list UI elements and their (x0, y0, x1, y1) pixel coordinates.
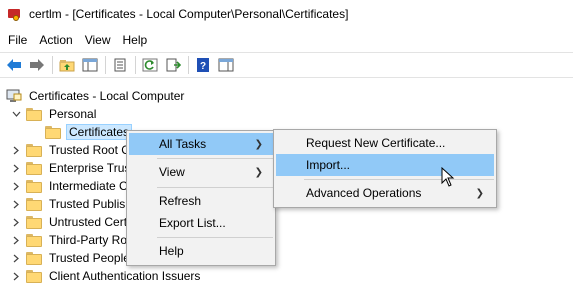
menu-item-help[interactable]: Help (129, 240, 273, 262)
svg-text:?: ? (200, 61, 206, 72)
help-icon[interactable]: ? (192, 54, 214, 76)
menu-action[interactable]: Action (33, 30, 78, 50)
folder-icon (26, 215, 42, 229)
menu-separator (157, 237, 273, 238)
back-arrow-icon[interactable] (3, 54, 25, 76)
menu-item-label: View (159, 165, 185, 179)
folder-icon (26, 107, 42, 121)
menu-item-label: Export List... (159, 216, 226, 230)
menu-separator (157, 187, 273, 188)
menu-bar: File Action View Help (0, 30, 153, 50)
expand-chevron-icon[interactable] (10, 216, 22, 228)
tree-item-store[interactable]: Trusted People (10, 249, 132, 267)
tree-item-label: Trusted People (49, 251, 130, 265)
context-menu: All Tasks ❯ View ❯ Refresh Export List..… (126, 130, 276, 266)
tree-item-label: Trusted Publish (49, 197, 132, 211)
expand-chevron-icon[interactable] (10, 198, 22, 210)
menu-item-export-list[interactable]: Export List... (129, 212, 273, 234)
menu-item-label: Refresh (159, 194, 202, 208)
submenu-arrow-icon: ❯ (254, 138, 263, 150)
menu-item-view[interactable]: View ❯ (129, 161, 273, 183)
toolbar-separator (188, 56, 189, 74)
menu-item-refresh[interactable]: Refresh (129, 190, 273, 212)
submenu-arrow-icon: ❯ (254, 166, 263, 178)
folder-icon (26, 233, 42, 247)
collapse-chevron-icon[interactable] (10, 108, 22, 120)
menu-item-import[interactable]: Import... (276, 154, 494, 176)
menu-item-all-tasks[interactable]: All Tasks ❯ (129, 133, 273, 155)
folder-icon (26, 269, 42, 283)
menu-item-label: Request New Certificate... (306, 136, 446, 150)
properties-icon[interactable] (109, 54, 131, 76)
show-hide-tree-icon[interactable] (79, 54, 101, 76)
expand-chevron-icon[interactable] (10, 144, 22, 156)
menu-item-label: Import... (306, 158, 351, 172)
expand-chevron-icon[interactable] (10, 252, 22, 264)
folder-icon (26, 161, 42, 175)
up-folder-icon[interactable] (56, 54, 78, 76)
window-title: certlm - [Certificates - Local Computer\… (29, 7, 349, 21)
folder-icon (26, 251, 42, 265)
menu-item-advanced-operations[interactable]: Advanced Operations ❯ (276, 182, 494, 204)
toolbar: ? (0, 52, 573, 78)
expand-chevron-icon[interactable] (10, 180, 22, 192)
tree-item-label: Enterprise Trus (49, 161, 131, 175)
tree-item-store[interactable]: Trusted Root C (10, 141, 132, 159)
tree-item-store[interactable]: Intermediate C (10, 177, 130, 195)
all-tasks-submenu: Request New Certificate... Import... Adv… (273, 129, 497, 208)
menu-separator (157, 158, 273, 159)
expand-chevron-icon[interactable] (10, 162, 22, 174)
tree-item-certificates[interactable]: Certificates (45, 123, 133, 141)
expand-chevron-icon[interactable] (10, 270, 22, 282)
certificate-app-icon (8, 7, 22, 21)
tree-item-store[interactable]: Third-Party Ro (10, 231, 129, 249)
tree-item-label: Client Authentication Issuers (49, 269, 201, 283)
menu-separator (304, 179, 494, 180)
menu-item-label: Help (159, 244, 184, 258)
menu-item-request-new-certificate[interactable]: Request New Certificate... (276, 132, 494, 154)
tree-item-store[interactable]: Trusted Publish (10, 195, 134, 213)
tree-item-personal[interactable]: Personal (10, 105, 98, 123)
folder-icon (26, 179, 42, 193)
tree-item-store[interactable]: Enterprise Trus (10, 159, 132, 177)
title-bar: certlm - [Certificates - Local Computer\… (0, 0, 573, 28)
tree-item-label: Intermediate C (49, 179, 128, 193)
submenu-arrow-icon: ❯ (475, 187, 484, 199)
tree-item-label: Third-Party Ro (49, 233, 128, 247)
computer-certificate-icon (6, 89, 22, 103)
tree-item-label: Untrusted Cert (49, 215, 128, 229)
menu-help[interactable]: Help (117, 30, 154, 50)
folder-icon (45, 125, 61, 139)
forward-arrow-icon[interactable] (26, 54, 48, 76)
refresh-icon[interactable] (139, 54, 161, 76)
toolbar-separator (105, 56, 106, 74)
tree-item-label: Personal (49, 107, 97, 121)
menu-item-label: All Tasks (159, 137, 207, 151)
tree-root[interactable]: Certificates - Local Computer (6, 87, 186, 105)
folder-icon (26, 197, 42, 211)
menu-item-label: Advanced Operations (306, 186, 422, 200)
tree-item-label: Certificates (66, 124, 133, 140)
menu-view[interactable]: View (79, 30, 117, 50)
tree-item-store[interactable]: Untrusted Cert (10, 213, 129, 231)
toolbar-separator (135, 56, 136, 74)
tree-item-store[interactable]: Client Authentication Issuers (10, 267, 202, 285)
folder-icon (26, 143, 42, 157)
tree-item-label: Trusted Root C (49, 143, 130, 157)
menu-file[interactable]: File (2, 30, 33, 50)
export-list-icon[interactable] (162, 54, 184, 76)
toolbar-separator (52, 56, 53, 74)
tree-root-label: Certificates - Local Computer (29, 89, 185, 103)
action-pane-icon[interactable] (215, 54, 237, 76)
mouse-cursor-icon (441, 167, 455, 187)
expand-chevron-icon[interactable] (10, 234, 22, 246)
